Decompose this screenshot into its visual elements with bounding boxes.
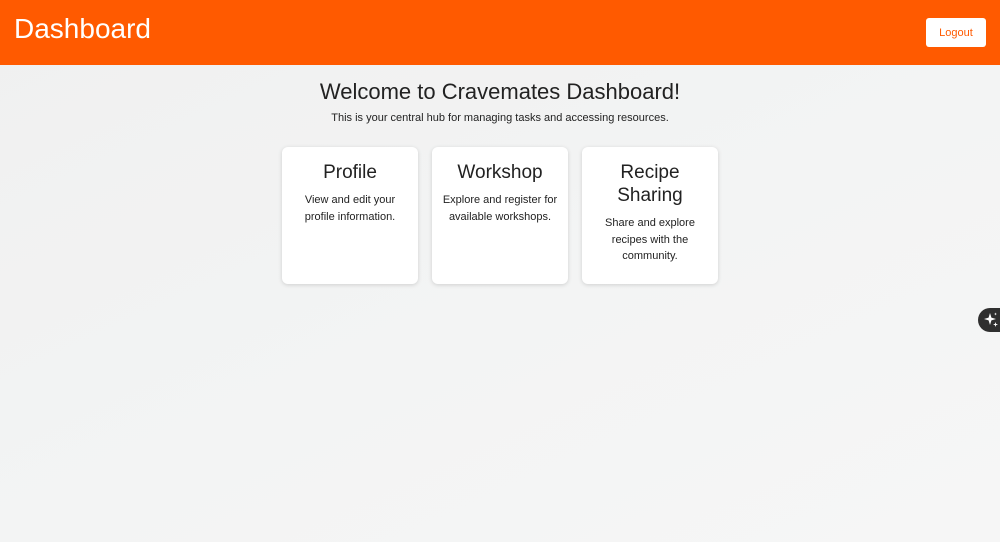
header-bar: Dashboard Logout: [0, 0, 1000, 65]
card-title: Profile: [323, 162, 377, 183]
sparkle-icon: [984, 312, 998, 327]
card-description: Share and explore recipes with the commu…: [605, 217, 695, 262]
card-description: View and edit your profile information.: [304, 194, 396, 223]
page-title: Dashboard: [14, 13, 151, 44]
profile-card[interactable]: Profile View and edit your profile infor…: [282, 147, 418, 284]
card-title: Recipe Sharing: [617, 162, 683, 206]
card-description: Explore and register for available works…: [442, 194, 558, 223]
welcome-heading: Welcome to Cravemates Dashboard!: [319, 79, 681, 104]
workshop-card[interactable]: Workshop Explore and register for availa…: [432, 147, 568, 284]
logout-button[interactable]: Logout: [926, 18, 986, 47]
welcome-subtitle: This is your central hub for managing ta…: [331, 112, 669, 124]
assistant-button[interactable]: [978, 308, 1000, 332]
recipe-sharing-card[interactable]: Recipe Sharing Share and explore recipes…: [582, 147, 718, 284]
card-title: Workshop: [457, 162, 543, 183]
